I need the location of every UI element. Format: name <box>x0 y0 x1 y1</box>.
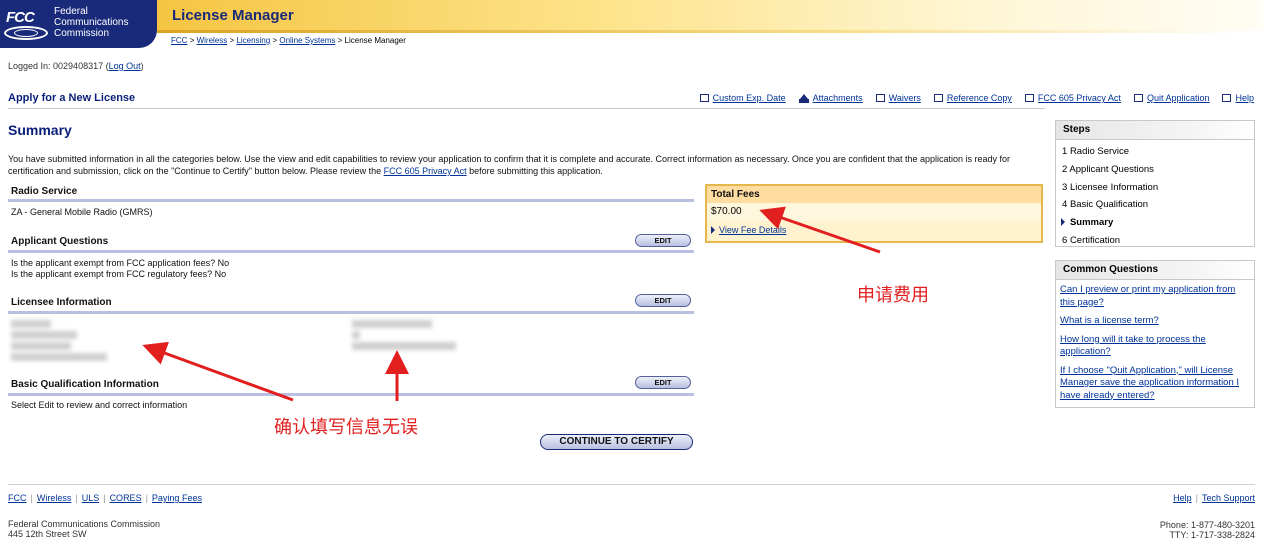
application-toolbar: Custom Exp. Date Attachments Waivers Ref… <box>699 93 1254 103</box>
basic-qualification-text: Select Edit to review and correct inform… <box>11 400 188 410</box>
redacted-licensee-contact <box>352 320 456 350</box>
close-icon <box>1133 94 1143 102</box>
footer-link-paying-fees[interactable]: Paying Fees <box>152 493 202 503</box>
logout-link[interactable]: Log Out <box>109 61 141 71</box>
reference-copy-link[interactable]: Reference Copy <box>933 93 1012 103</box>
question-item: If I choose "Quit Application," will Lic… <box>1060 365 1250 403</box>
fee-annotation: 申请费用 <box>857 285 929 306</box>
common-questions-heading: Common Questions <box>1056 261 1254 280</box>
footer-link-wireless[interactable]: Wireless <box>37 493 72 503</box>
footer-address: Federal Communications Commission 445 12… <box>8 519 161 539</box>
page-heading: Apply for a New License <box>8 92 136 104</box>
privacy-act-link[interactable]: FCC 605 Privacy Act <box>1024 93 1121 103</box>
view-fee-details-link[interactable]: View Fee Details <box>719 225 786 235</box>
help-link[interactable]: Help <box>1222 93 1254 103</box>
quit-application-link[interactable]: Quit Application <box>1133 93 1209 103</box>
breadcrumb-licensing[interactable]: Licensing <box>236 36 270 45</box>
attachments-link[interactable]: Attachments <box>798 93 863 103</box>
radio-service-heading: Radio Service <box>11 186 78 197</box>
footer-link-tech-support[interactable]: Tech Support <box>1202 493 1255 503</box>
question-link[interactable]: What is a license term? <box>1060 315 1159 326</box>
upload-icon <box>798 93 809 103</box>
step-item: 3 Licensee Information <box>1062 181 1159 193</box>
footer-right-links: Help | Tech Support <box>1173 493 1255 503</box>
question-link[interactable]: How long will it take to process the app… <box>1060 334 1206 358</box>
step-item: 6 Certification <box>1062 234 1121 246</box>
step-item: 2 Applicant Questions <box>1062 163 1154 175</box>
licensee-info-heading: Licensee Information <box>11 297 112 308</box>
triangle-right-icon <box>711 226 715 234</box>
edit-licensee-info-button[interactable]: EDIT <box>635 294 691 307</box>
edit-applicant-questions-button[interactable]: EDIT <box>635 234 691 247</box>
fcc-logo[interactable]: FCC Federal Communications Commission <box>0 0 157 48</box>
breadcrumb-online-systems[interactable]: Online Systems <box>279 36 335 45</box>
total-fees-heading: Total Fees <box>707 186 1041 203</box>
footer-link-uls[interactable]: ULS <box>82 493 100 503</box>
section-divider <box>8 250 694 253</box>
page-header: FCC Federal Communications Commission Li… <box>0 0 1263 48</box>
radio-service-value: ZA - General Mobile Radio (GMRS) <box>11 207 153 217</box>
section-divider <box>8 311 694 314</box>
steps-panel: Steps 1 Radio Service 2 Applicant Questi… <box>1055 120 1255 247</box>
help-icon <box>1222 94 1232 102</box>
calendar-icon <box>699 94 709 102</box>
title-band: License Manager <box>157 0 1263 30</box>
logo-inner-ring-icon <box>14 29 38 37</box>
footer-link-cores[interactable]: CORES <box>110 493 142 503</box>
document-icon <box>1024 94 1034 102</box>
breadcrumb: FCC > Wireless > Licensing > Online Syst… <box>171 36 406 45</box>
question-item: What is a license term? <box>1060 315 1250 328</box>
summary-title: Summary <box>8 122 72 138</box>
fcc-logo-mark: FCC <box>6 9 35 26</box>
footer-links: FCC | Wireless | ULS | CORES | Paying Fees <box>8 493 202 503</box>
footer-link-help[interactable]: Help <box>1173 493 1192 503</box>
step-item: 1 Radio Service <box>1062 146 1130 157</box>
section-divider <box>8 199 694 202</box>
steps-heading: Steps <box>1056 121 1254 140</box>
steps-list: 1 Radio Service 2 Applicant Questions 3 … <box>1056 140 1254 253</box>
copy-icon <box>933 94 943 102</box>
question-link[interactable]: If I choose "Quit Application," will Lic… <box>1060 365 1239 401</box>
custom-exp-date-link[interactable]: Custom Exp. Date <box>699 93 786 103</box>
confirm-annotation: 确认填写信息无误 <box>274 417 418 438</box>
breadcrumb-wireless[interactable]: Wireless <box>197 36 228 45</box>
app-title: License Manager <box>172 7 294 24</box>
common-questions-panel: Common Questions Can I preview or print … <box>1055 260 1255 408</box>
intro-privacy-act-link[interactable]: FCC 605 Privacy Act <box>384 166 467 176</box>
basic-qualification-heading: Basic Qualification Information <box>11 379 159 390</box>
applicant-questions-answers: Is the applicant exempt from FCC applica… <box>11 258 230 279</box>
breadcrumb-current: License Manager <box>344 36 406 45</box>
agency-name: Federal Communications Commission <box>54 6 129 39</box>
divider <box>8 108 1045 109</box>
total-fees-amount: $70.00 <box>707 203 1041 221</box>
question-link[interactable]: Can I preview or print my application fr… <box>1060 284 1235 308</box>
footer-link-fcc[interactable]: FCC <box>8 493 27 503</box>
waiver-icon <box>875 94 885 102</box>
redacted-licensee-address <box>11 320 107 361</box>
waivers-link[interactable]: Waivers <box>875 93 921 103</box>
total-fees-box: Total Fees $70.00 View Fee Details <box>705 184 1043 243</box>
section-divider <box>8 393 694 396</box>
common-questions-list: Can I preview or print my application fr… <box>1056 280 1254 412</box>
applicant-questions-heading: Applicant Questions <box>11 236 109 247</box>
question-item: Can I preview or print my application fr… <box>1060 284 1250 309</box>
intro-text: You have submitted information in all th… <box>8 154 1011 176</box>
question-item: How long will it take to process the app… <box>1060 334 1250 359</box>
breadcrumb-fcc[interactable]: FCC <box>171 36 187 45</box>
title-divider <box>157 30 1263 33</box>
edit-basic-qualification-button[interactable]: EDIT <box>635 376 691 389</box>
view-fee-details[interactable]: View Fee Details <box>707 221 1041 239</box>
step-item: 4 Basic Qualification <box>1062 199 1149 211</box>
footer-phone: Phone: 1-877-480-3201 TTY: 1-717-338-282… <box>1159 520 1255 540</box>
step-item-current: 5 Summary <box>1061 214 1248 232</box>
footer-divider <box>8 484 1255 485</box>
logged-in-status: Logged In: 0029408317 (Log Out) <box>8 61 144 71</box>
continue-to-certify-button[interactable]: CONTINUE TO CERTIFY <box>540 434 693 450</box>
